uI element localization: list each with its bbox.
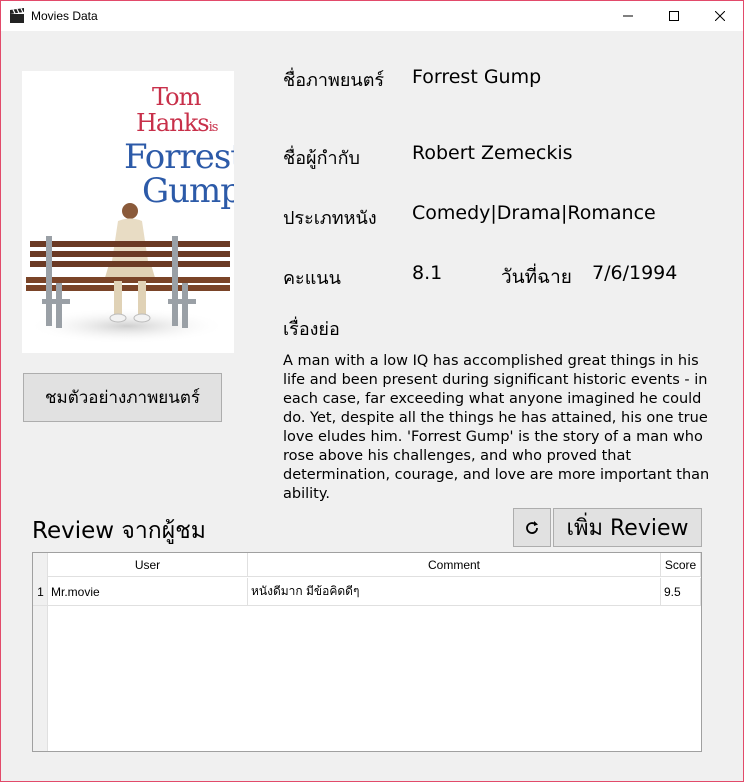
row-number[interactable]: 1 — [33, 578, 48, 606]
app-window: Movies Data Tom Hanksis Forrest Gump ชื่… — [0, 0, 744, 782]
refresh-icon — [526, 520, 538, 534]
column-header-score[interactable]: Score — [661, 553, 701, 577]
table-cell-user[interactable]: Mr.movie — [48, 578, 248, 606]
maximize-button[interactable] — [651, 1, 697, 31]
director-value: Robert Zemeckis — [412, 142, 573, 164]
table-cell-comment[interactable]: หนังดีมาก มีข้อคิดดีๆ — [248, 578, 661, 606]
score-label: คะแนน — [283, 268, 341, 289]
column-header-comment[interactable]: Comment — [248, 553, 661, 577]
movie-poster: Tom Hanksis Forrest Gump — [22, 71, 234, 353]
reviews-title: Review จากผู้ชม — [32, 518, 206, 544]
window-title: Movies Data — [31, 9, 98, 23]
minimize-button[interactable] — [605, 1, 651, 31]
maximize-icon — [669, 11, 679, 21]
close-icon — [715, 11, 725, 21]
genre-label: ประเภทหนัง — [283, 208, 377, 229]
bench-illustration — [26, 203, 230, 344]
title-value: Forrest Gump — [412, 66, 542, 88]
clapperboard-icon — [10, 8, 24, 23]
reviews-table[interactable]: User Comment Score 1 Mr.movie หนังดีมาก … — [32, 552, 702, 752]
close-button[interactable] — [697, 1, 743, 31]
synopsis-text: A man with a low IQ has accomplished gre… — [283, 353, 710, 502]
director-label: ชื่อผู้กำกับ — [283, 148, 360, 169]
score-value: 8.1 — [412, 262, 443, 284]
genre-value: Comedy|Drama|Romance — [412, 202, 656, 224]
synopsis-label: เรื่องย่อ — [283, 319, 340, 340]
release-value: 7/6/1994 — [592, 262, 678, 284]
table-cell-score[interactable]: 9.5 — [661, 578, 701, 606]
release-label: วันที่ฉาย — [501, 266, 572, 288]
column-header-user[interactable]: User — [48, 553, 248, 577]
add-review-button[interactable]: เพิ่ม Review — [553, 508, 702, 547]
watch-trailer-button[interactable]: ชมตัวอย่างภาพยนตร์ — [23, 373, 222, 422]
minimize-icon — [623, 15, 633, 17]
title-label: ชื่อภาพยนตร์ — [283, 70, 385, 91]
refresh-button[interactable] — [513, 508, 551, 547]
title-bar: Movies Data — [1, 1, 743, 31]
